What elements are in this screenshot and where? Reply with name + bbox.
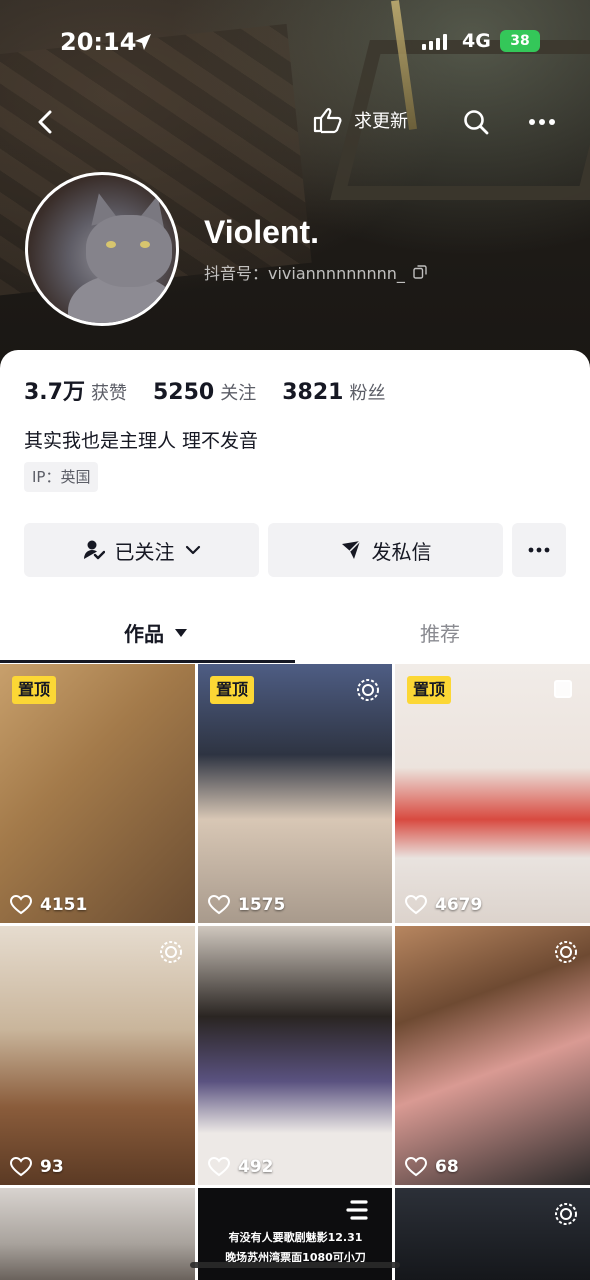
heart-icon	[208, 1157, 230, 1177]
video-grid: 置顶 4151 置顶 1575 置顶 4679 93 492 68 有没有人要歌…	[0, 664, 590, 1280]
bio: 其实我也是主理人 理不发音	[24, 430, 259, 452]
douyin-id-value: viviannnnnnnnn_	[268, 264, 405, 283]
chevron-down-icon	[185, 544, 201, 556]
stat-following[interactable]: 5250 关注	[153, 379, 256, 405]
heart-icon	[10, 1157, 32, 1177]
battery-indicator: 38	[500, 30, 540, 52]
like-count: 4679	[405, 895, 482, 915]
tab-works[interactable]: 作品	[124, 618, 188, 647]
live-ring-icon	[159, 940, 183, 964]
user-check-icon	[83, 539, 105, 561]
followed-button[interactable]: 已关注	[24, 523, 259, 577]
triangle-down-icon	[174, 628, 188, 638]
heart-icon	[10, 895, 32, 915]
back-chevron-icon[interactable]	[32, 108, 60, 136]
ip-location-badge: IP：英国	[24, 462, 99, 492]
heart-icon	[405, 1157, 427, 1177]
status-time: 20:14	[60, 28, 137, 56]
video-tile[interactable]: 置顶 4151	[0, 664, 195, 923]
search-icon[interactable]	[462, 108, 490, 136]
video-tile[interactable]	[395, 1188, 590, 1280]
avatar[interactable]	[25, 172, 179, 326]
douyin-id: 抖音号：viviannnnnnnnn_	[204, 260, 427, 284]
like-count: 4151	[10, 895, 87, 915]
video-tile[interactable]: 置顶 1575	[198, 664, 392, 923]
list-lines-icon	[344, 1198, 368, 1222]
heart-icon	[405, 895, 427, 915]
douyin-id-label: 抖音号：	[204, 264, 269, 283]
profile-stats: 3.7万 获赞 5250 关注 3821 粉丝	[24, 374, 411, 406]
stat-followers[interactable]: 3821 粉丝	[282, 379, 385, 405]
like-count: 93	[10, 1157, 64, 1177]
more-dots-icon[interactable]	[527, 110, 557, 134]
content-tabs: 作品 推荐	[0, 608, 590, 664]
live-ring-icon	[356, 678, 380, 702]
send-message-button[interactable]: 发私信	[268, 523, 503, 577]
send-message-label: 发私信	[371, 539, 432, 564]
more-actions-button[interactable]	[512, 523, 566, 577]
send-icon	[340, 539, 362, 561]
stat-likes[interactable]: 3.7万 获赞	[24, 374, 127, 406]
like-count: 1575	[208, 895, 285, 915]
request-update-button[interactable]: 求更新	[312, 106, 408, 134]
status-bar: 20:14 4G 38	[0, 28, 590, 62]
signal-icon	[422, 34, 447, 50]
tab-underline	[0, 660, 295, 663]
live-ring-icon	[554, 940, 578, 964]
video-tile[interactable]: 93	[0, 926, 195, 1185]
location-arrow-icon	[133, 32, 153, 52]
video-tile[interactable]: 置顶 4679	[395, 664, 590, 923]
tab-recommend[interactable]: 推荐	[420, 618, 460, 647]
live-ring-icon	[554, 1202, 578, 1226]
pinned-badge: 置顶	[210, 676, 255, 704]
nickname: Violent.	[204, 214, 319, 250]
top-nav: 求更新	[0, 100, 590, 144]
video-tile[interactable]: 68	[395, 926, 590, 1185]
copy-icon[interactable]	[413, 265, 427, 279]
pointing-hand-icon	[312, 106, 344, 134]
home-indicator	[190, 1262, 400, 1268]
followed-label: 已关注	[114, 539, 175, 564]
like-count: 492	[208, 1157, 274, 1177]
request-update-label: 求更新	[354, 111, 408, 132]
pinned-badge: 置顶	[407, 676, 452, 704]
heart-icon	[208, 895, 230, 915]
network-type: 4G	[462, 30, 491, 52]
pinned-badge: 置顶	[12, 676, 57, 704]
video-tile[interactable]: 492	[198, 926, 392, 1185]
action-buttons: 已关注 发私信	[24, 523, 566, 577]
like-count: 68	[405, 1157, 459, 1177]
more-dots-icon	[527, 546, 551, 554]
multi-image-icon	[554, 680, 572, 698]
video-tile[interactable]	[0, 1188, 195, 1280]
